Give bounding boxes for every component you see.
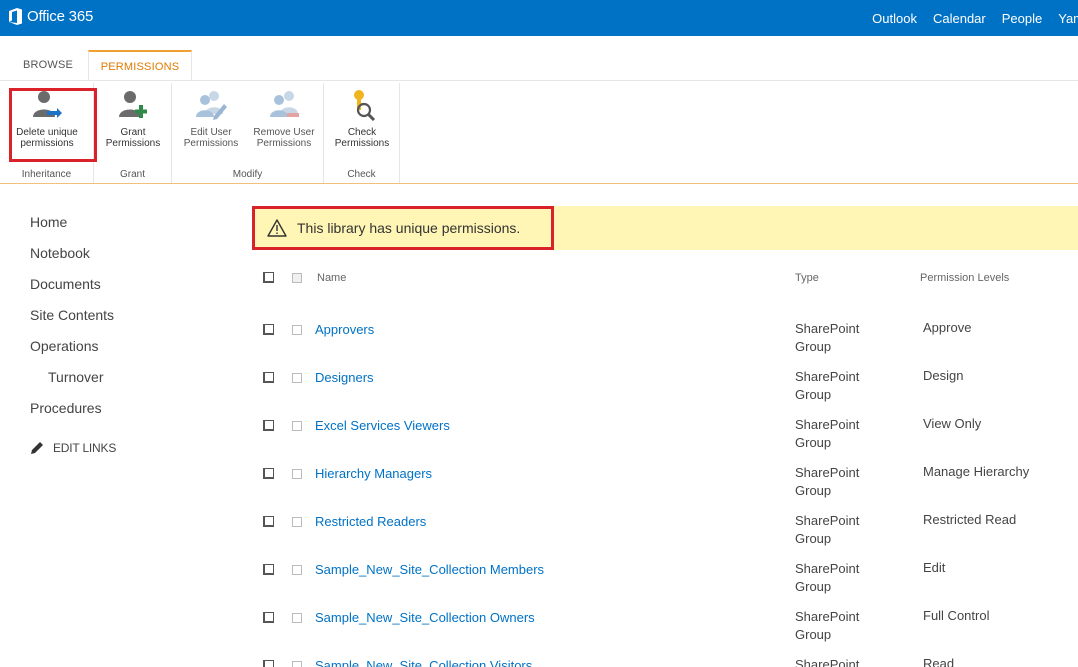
brand-name: Office 365	[27, 8, 94, 25]
group-label-check: Check	[347, 169, 376, 180]
permissions-table: Name Type Permission Levels Approvers Sh…	[260, 268, 1078, 667]
group-name-link[interactable]: Designers	[315, 370, 374, 385]
warning-icon	[267, 219, 287, 237]
permission-level: Manage Hierarchy	[923, 464, 1030, 479]
suite-link-yammer[interactable]: Yam	[1058, 11, 1078, 26]
column-header-permission-levels[interactable]: Permission Levels	[920, 272, 1009, 284]
permission-level: Full Control	[923, 608, 990, 623]
row-checkbox[interactable]	[263, 468, 274, 479]
row-select-checkbox[interactable]	[292, 661, 302, 667]
edit-user-permissions-label: Edit User Permissions	[183, 127, 239, 149]
group-label-grant: Grant	[119, 169, 145, 180]
pencil-icon	[31, 442, 43, 454]
suite-bar: Office 365 Outlook Calendar People Yam	[0, 0, 1078, 36]
ribbon-tabs: BROWSE PERMISSIONS	[0, 36, 1078, 80]
table-row[interactable]: Restricted Readers SharePoint Group Rest…	[260, 482, 1078, 546]
office-logo-icon	[9, 8, 22, 25]
nav-item-turnover[interactable]: Turnover	[30, 367, 210, 398]
nav-item-operations[interactable]: Operations	[30, 336, 210, 367]
permission-level: Design	[923, 368, 964, 383]
group-name-link[interactable]: Sample_New_Site_Collection Owners	[315, 610, 535, 625]
permission-level: View Only	[923, 416, 982, 431]
check-permissions-button[interactable]: Check Permissions	[328, 89, 396, 149]
group-name-link[interactable]: Restricted Readers	[315, 514, 426, 529]
group-name-link[interactable]: Sample_New_Site_Collection Members	[315, 562, 544, 577]
row-checkbox[interactable]	[263, 564, 274, 575]
ribbon-group-modify: Edit User Permissions Remove User Permis…	[172, 83, 324, 183]
select-all-checkbox[interactable]	[263, 272, 274, 283]
table-row[interactable]: Designers SharePoint Group Design	[260, 338, 1078, 402]
row-select-checkbox[interactable]	[292, 373, 302, 383]
grant-permissions-label: Grant Permissions	[105, 127, 161, 149]
row-select-checkbox[interactable]	[292, 325, 302, 335]
office365-brand[interactable]: Office 365	[9, 8, 93, 25]
table-row[interactable]: Hierarchy Managers SharePoint Group Mana…	[260, 434, 1078, 498]
edit-user-permissions-button[interactable]: Edit User Permissions	[178, 89, 244, 149]
ribbon: Delete unique permissions Inheritance Gr…	[0, 80, 1078, 184]
permission-level: Read	[923, 656, 955, 667]
column-header-type[interactable]: Type	[795, 272, 819, 284]
group-name-link[interactable]: Approvers	[315, 322, 374, 337]
row-select-checkbox[interactable]	[292, 517, 302, 527]
suite-link-people[interactable]: People	[1002, 11, 1042, 26]
notification-bar: This library has unique permissions.	[252, 206, 1078, 250]
table-row[interactable]: Sample_New_Site_Collection Owners ShareP…	[260, 578, 1078, 642]
remove-user-permissions-label: Remove User Permissions	[253, 127, 315, 149]
suite-link-outlook[interactable]: Outlook	[872, 11, 917, 26]
group-label-inheritance: Inheritance	[21, 169, 72, 180]
row-select-checkbox[interactable]	[292, 469, 302, 479]
check-permissions-label: Check Permissions	[334, 127, 390, 149]
table-row[interactable]: Approvers SharePoint Group Approve	[260, 290, 1078, 354]
nav-item-documents[interactable]: Documents	[30, 274, 210, 305]
nav-item-home[interactable]: Home	[30, 212, 210, 243]
nav-item-site-contents[interactable]: Site Contents	[30, 305, 210, 336]
table-header: Name Type Permission Levels	[260, 268, 1078, 290]
row-select-checkbox[interactable]	[292, 421, 302, 431]
suite-links: Outlook Calendar People Yam	[872, 0, 1078, 36]
table-row[interactable]: Sample_New_Site_Collection Visitors Shar…	[260, 626, 1078, 667]
row-checkbox[interactable]	[263, 612, 274, 623]
edit-user-permissions-icon	[196, 91, 227, 120]
notification-text: This library has unique permissions.	[297, 220, 521, 236]
permission-level: Restricted Read	[923, 512, 1017, 527]
edit-links-button[interactable]: EDIT LINKS	[30, 441, 210, 455]
row-checkbox[interactable]	[263, 324, 274, 335]
highlight-box-delete-unique	[9, 88, 97, 162]
nav-item-procedures[interactable]: Procedures	[30, 398, 210, 429]
group-name-link[interactable]: Hierarchy Managers	[315, 466, 432, 481]
left-nav: Home Notebook Documents Site Contents Op…	[30, 212, 210, 455]
remove-user-permissions-icon	[270, 91, 299, 117]
row-checkbox[interactable]	[263, 516, 274, 527]
group-label-modify: Modify	[232, 169, 263, 180]
group-name-link[interactable]: Excel Services Viewers	[315, 418, 450, 433]
column-header-name[interactable]: Name	[317, 272, 346, 284]
permission-level: Approve	[923, 320, 972, 335]
row-select-checkbox[interactable]	[292, 565, 302, 575]
select-all-secondary-checkbox[interactable]	[292, 273, 302, 283]
table-row[interactable]: Excel Services Viewers SharePoint Group …	[260, 386, 1078, 450]
table-row[interactable]: Sample_New_Site_Collection Members Share…	[260, 530, 1078, 594]
group-name-link[interactable]: Sample_New_Site_Collection Visitors	[315, 658, 532, 667]
edit-links-label: EDIT LINKS	[53, 441, 117, 455]
permission-level: Edit	[923, 560, 946, 575]
ribbon-group-check: Check Permissions Check	[324, 83, 400, 183]
group-type: SharePoint Group	[795, 657, 860, 667]
row-checkbox[interactable]	[263, 420, 274, 431]
check-permissions-icon	[354, 90, 376, 121]
row-checkbox[interactable]	[263, 660, 274, 667]
tab-browse[interactable]: BROWSE	[18, 50, 78, 80]
suite-link-calendar[interactable]: Calendar	[933, 11, 986, 26]
ribbon-group-grant: Grant Permissions Grant	[94, 83, 172, 183]
nav-item-notebook[interactable]: Notebook	[30, 243, 210, 274]
grant-permissions-button[interactable]: Grant Permissions	[100, 89, 166, 149]
remove-user-permissions-button[interactable]: Remove User Permissions	[248, 89, 320, 149]
tab-permissions[interactable]: PERMISSIONS	[88, 50, 192, 80]
row-select-checkbox[interactable]	[292, 613, 302, 623]
notification-highlight: This library has unique permissions.	[252, 206, 554, 250]
row-checkbox[interactable]	[263, 372, 274, 383]
grant-permissions-icon	[119, 91, 147, 118]
